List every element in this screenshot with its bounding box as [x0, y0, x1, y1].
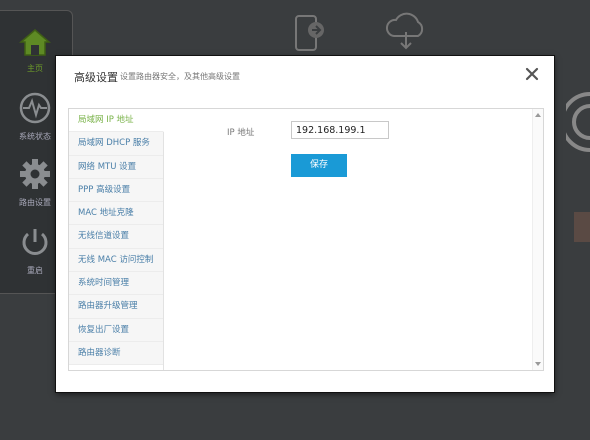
scroll-up-arrow-icon[interactable]	[535, 113, 541, 117]
menu-item-wifi-mac-acl[interactable]: 无线 MAC 访问控制	[69, 248, 163, 273]
ip-address-label: IP 地址	[227, 128, 255, 138]
menu-item-system-time[interactable]: 系统时间管理	[69, 272, 163, 296]
close-button[interactable]	[524, 66, 540, 82]
menu-item-diagnostics[interactable]: 路由器诊断	[69, 341, 163, 366]
settings-menu: 局域网 IP 地址 局域网 DHCP 服务 网络 MTU 设置 PPP 高级设置…	[69, 109, 164, 370]
gear-icon	[20, 159, 50, 189]
advanced-settings-dialog: 高级设置 设置路由器安全，及其他高级设置 局域网 IP 地址 局域网 DHCP …	[56, 56, 554, 392]
dialog-header: 高级设置 设置路由器安全，及其他高级设置	[56, 56, 554, 96]
menu-item-wifi-channel[interactable]: 无线信道设置	[69, 225, 163, 249]
menu-item-firmware-upgrade[interactable]: 路由器升级管理	[69, 295, 163, 319]
dialog-title: 高级设置	[74, 71, 118, 84]
menu-item-dhcp[interactable]: 局域网 DHCP 服务	[69, 132, 163, 156]
dialog-subtitle: 设置路由器安全，及其他高级设置	[120, 72, 240, 81]
close-icon	[525, 67, 539, 81]
scroll-down-arrow-icon[interactable]	[535, 362, 541, 366]
router-decoration	[566, 92, 590, 242]
cloud-download-icon	[385, 12, 424, 50]
home-icon	[18, 29, 52, 56]
lan-ip-form: IP 地址 保存	[165, 109, 531, 370]
scrollbar[interactable]	[532, 109, 543, 370]
menu-item-mtu[interactable]: 网络 MTU 设置	[69, 155, 163, 179]
ip-address-input[interactable]	[291, 121, 389, 139]
pulse-icon	[19, 92, 51, 124]
menu-item-ppp[interactable]: PPP 高级设置	[69, 178, 163, 203]
power-icon	[22, 229, 48, 255]
menu-item-factory-reset[interactable]: 恢复出厂设置	[69, 318, 163, 342]
phone-icon	[295, 15, 324, 51]
save-button[interactable]: 保存	[291, 154, 347, 177]
menu-item-mac-clone[interactable]: MAC 地址克隆	[69, 202, 163, 226]
menu-item-lan-ip[interactable]: 局域网 IP 地址	[69, 109, 164, 133]
dialog-body: 局域网 IP 地址 局域网 DHCP 服务 网络 MTU 设置 PPP 高级设置…	[68, 108, 544, 371]
